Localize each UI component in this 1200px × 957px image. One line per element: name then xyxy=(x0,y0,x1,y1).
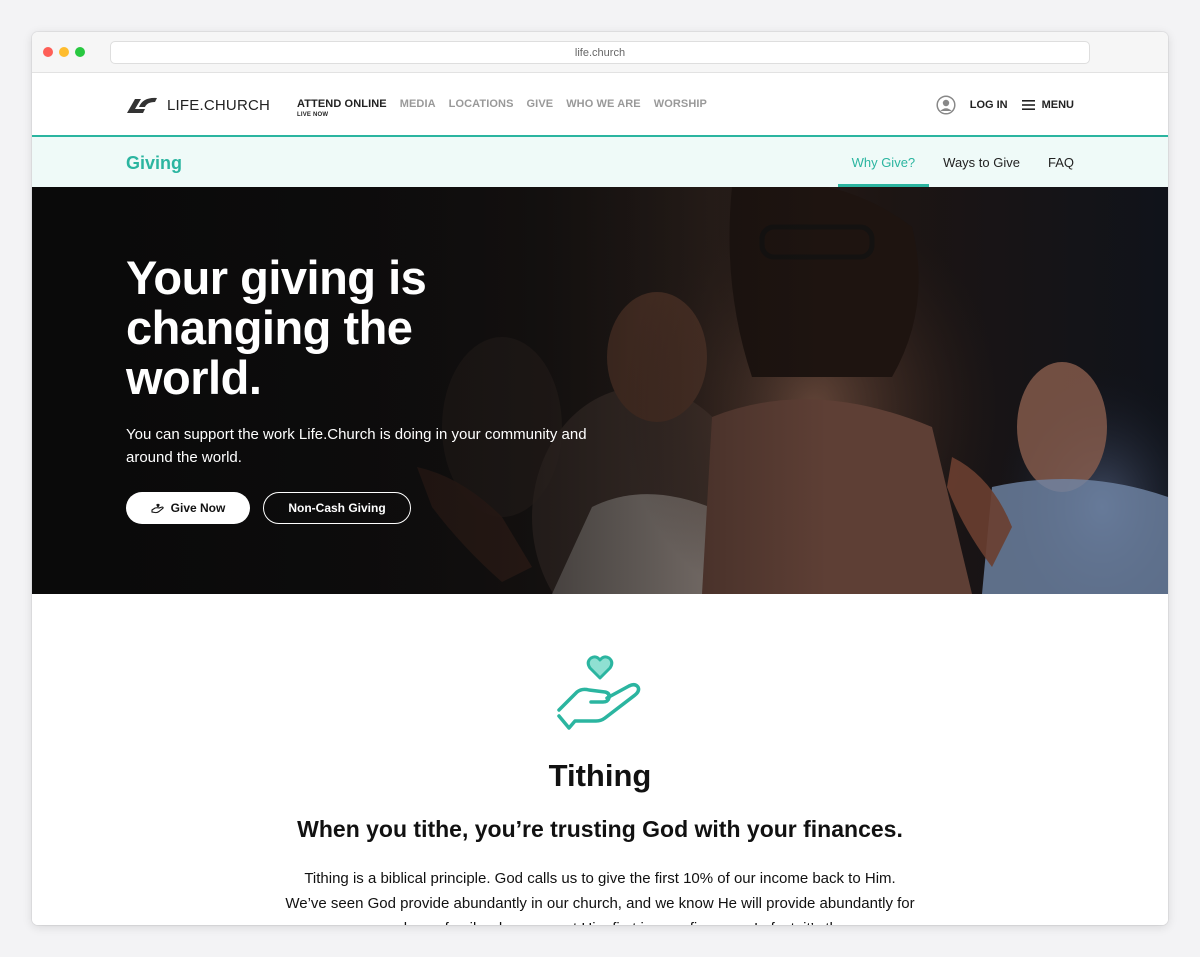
account-nav: LOG IN MENU xyxy=(936,95,1074,115)
heart-hand-icon xyxy=(557,655,641,730)
hero-banner: Your giving is changing the world. You c… xyxy=(32,187,1168,594)
nav-attend-online-label: ATTEND ONLINE xyxy=(297,98,387,110)
primary-nav: ATTEND ONLINE LIVE NOW MEDIA LOCATIONS G… xyxy=(297,98,707,118)
site-logo[interactable]: LIFE.CHURCH xyxy=(125,95,270,115)
section-subtitle: When you tithe, you’re trusting God with… xyxy=(297,816,903,842)
hero-actions: Give Now Non-Cash Giving xyxy=(126,492,411,524)
user-icon[interactable] xyxy=(936,95,956,115)
hand-icon xyxy=(151,503,164,513)
non-cash-giving-button[interactable]: Non-Cash Giving xyxy=(263,492,411,524)
maximize-window-button[interactable] xyxy=(75,47,85,57)
menu-button[interactable]: MENU xyxy=(1021,99,1074,111)
login-link[interactable]: LOG IN xyxy=(970,99,1008,111)
live-now-badge: LIVE NOW xyxy=(297,112,329,118)
nav-worship[interactable]: WORSHIP xyxy=(654,98,707,110)
give-now-button[interactable]: Give Now xyxy=(126,492,250,524)
hero-title: Your giving is changing the world. xyxy=(126,251,427,404)
give-now-label: Give Now xyxy=(170,501,226,515)
nav-locations[interactable]: LOCATIONS xyxy=(449,98,514,110)
browser-chrome: life.church xyxy=(32,32,1168,73)
top-navigation: LIFE.CHURCH ATTEND ONLINE LIVE NOW MEDIA… xyxy=(32,73,1168,137)
tithing-section: Tithing When you tithe, you’re trusting … xyxy=(32,594,1168,925)
logo-mark-icon xyxy=(127,97,157,113)
browser-window: life.church LIFE.CHURCH ATTEND ONLINE LI… xyxy=(32,32,1168,925)
giving-subnav: Giving Why Give? Ways to Give FAQ xyxy=(32,137,1168,187)
logo-text: LIFE.CHURCH xyxy=(167,96,271,114)
nav-attend-online[interactable]: ATTEND ONLINE LIVE NOW xyxy=(297,98,387,118)
tab-why-give[interactable]: Why Give? xyxy=(837,137,930,187)
subnav-title[interactable]: Giving xyxy=(126,153,182,174)
tab-faq[interactable]: FAQ xyxy=(1034,137,1088,187)
close-window-button[interactable] xyxy=(43,47,53,57)
menu-icon xyxy=(1021,100,1035,110)
nav-who-we-are[interactable]: WHO WE ARE xyxy=(566,98,641,110)
minimize-window-button[interactable] xyxy=(59,47,69,57)
menu-label: MENU xyxy=(1041,99,1074,111)
section-title: Tithing xyxy=(548,758,652,793)
address-bar[interactable]: life.church xyxy=(110,41,1090,64)
nav-give[interactable]: GIVE xyxy=(527,98,554,110)
subnav-tabs: Why Give? Ways to Give FAQ xyxy=(837,137,1088,187)
nav-media[interactable]: MEDIA xyxy=(400,98,436,110)
hero-subtitle: You can support the work Life.Church is … xyxy=(126,426,587,466)
tab-ways-to-give[interactable]: Ways to Give xyxy=(929,137,1034,187)
section-body: Tithing is a biblical principle. God cal… xyxy=(285,870,915,925)
